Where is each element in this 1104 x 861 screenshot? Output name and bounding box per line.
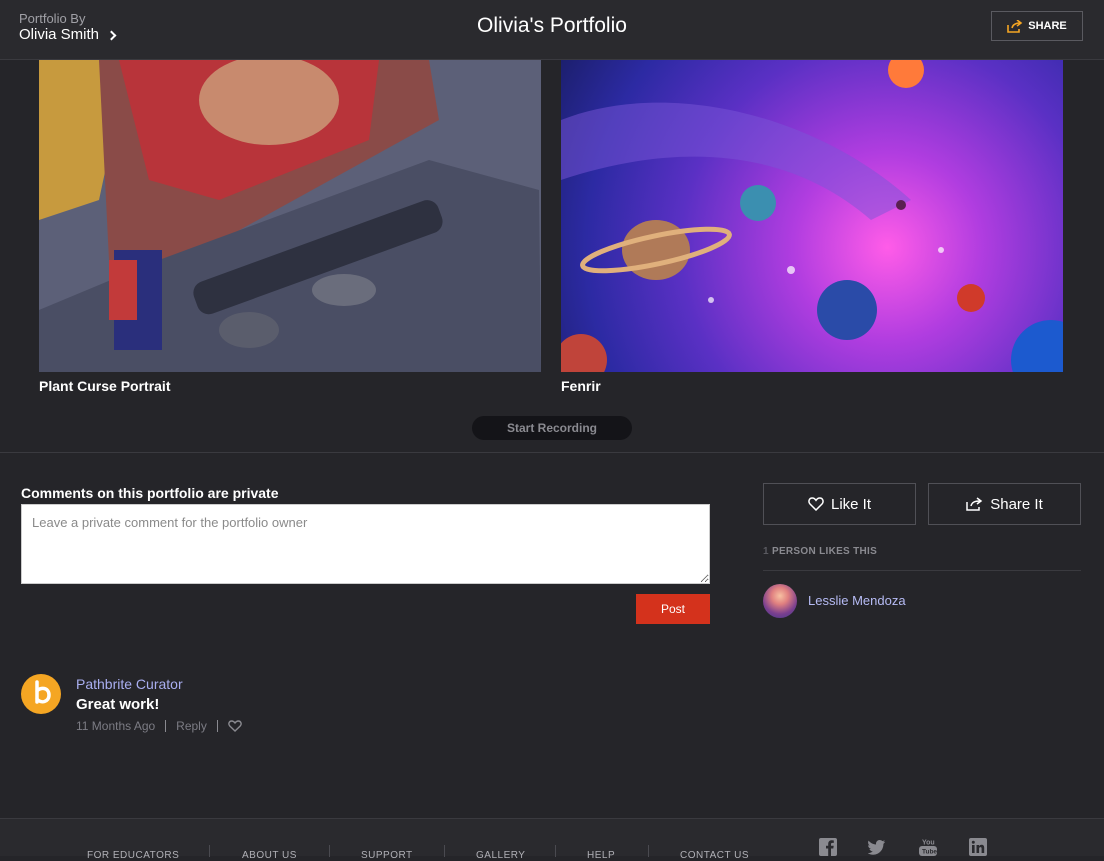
comment-timestamp: 11 Months Ago — [76, 719, 156, 733]
likes-count: 1 PERSON LIKES THIS — [763, 546, 877, 557]
artwork-thumbnail-plant-curse[interactable] — [39, 60, 541, 372]
heart-icon — [228, 720, 242, 732]
artwork-image-plant-curse — [39, 60, 541, 372]
section-divider — [0, 452, 1104, 453]
footer-divider — [555, 845, 556, 857]
comment-text: Great work! — [76, 696, 160, 713]
twitter-icon[interactable] — [868, 838, 886, 856]
meta-divider — [216, 720, 218, 732]
artwork-title-fenrir[interactable]: Fenrir — [561, 378, 601, 394]
likes-divider — [763, 570, 1081, 571]
avatar[interactable] — [21, 674, 61, 714]
footer-divider — [209, 845, 210, 857]
svg-text:Tube: Tube — [922, 849, 937, 856]
private-comment-input[interactable] — [21, 504, 710, 584]
artwork-title-plant-curse[interactable]: Plant Curse Portrait — [39, 378, 170, 394]
footer-divider — [329, 845, 330, 857]
share-icon — [1007, 19, 1023, 33]
avatar[interactable] — [763, 584, 797, 618]
like-it-button[interactable]: Like It — [763, 483, 916, 525]
liker-name[interactable]: Lesslie Mendoza — [808, 593, 906, 608]
artwork-thumbnail-fenrir[interactable] — [561, 60, 1063, 372]
svg-text:You: You — [922, 840, 935, 847]
like-it-label: Like It — [830, 495, 872, 513]
reply-link[interactable]: Reply — [176, 719, 207, 733]
likes-count-number: 1 — [763, 546, 769, 557]
youtube-icon[interactable]: You Tube — [919, 838, 937, 856]
facebook-icon[interactable] — [819, 838, 837, 856]
post-comment-button[interactable]: Post — [636, 594, 710, 624]
start-recording-button[interactable]: Start Recording — [472, 416, 632, 440]
pathbrite-logo-icon — [35, 680, 51, 704]
share-button[interactable]: SHARE — [991, 11, 1083, 41]
page-title: Olivia's Portfolio — [477, 14, 627, 37]
share-icon — [966, 497, 983, 511]
likes-count-text: PERSON LIKES THIS — [771, 546, 878, 557]
comments-heading: Comments on this portfolio are private — [21, 485, 279, 501]
share-label: SHARE — [1028, 20, 1067, 32]
share-it-label: Share It — [990, 495, 1043, 513]
comment-meta: 11 Months Ago Reply — [76, 719, 242, 733]
footer-divider — [444, 845, 445, 857]
share-it-button[interactable]: Share It — [928, 483, 1081, 525]
heart-icon — [808, 497, 824, 511]
linkedin-icon[interactable] — [969, 838, 987, 856]
like-comment-button[interactable] — [228, 720, 242, 732]
artwork-image-fenrir — [561, 60, 1063, 372]
portfolio-header: Portfolio By Olivia Smith Olivia's Portf… — [0, 0, 1104, 60]
meta-divider — [165, 720, 167, 732]
site-footer: FOR EDUCATORS ABOUT US SUPPORT GALLERY H… — [0, 818, 1104, 861]
comment-author[interactable]: Pathbrite Curator — [76, 676, 183, 692]
footer-divider — [648, 845, 649, 857]
